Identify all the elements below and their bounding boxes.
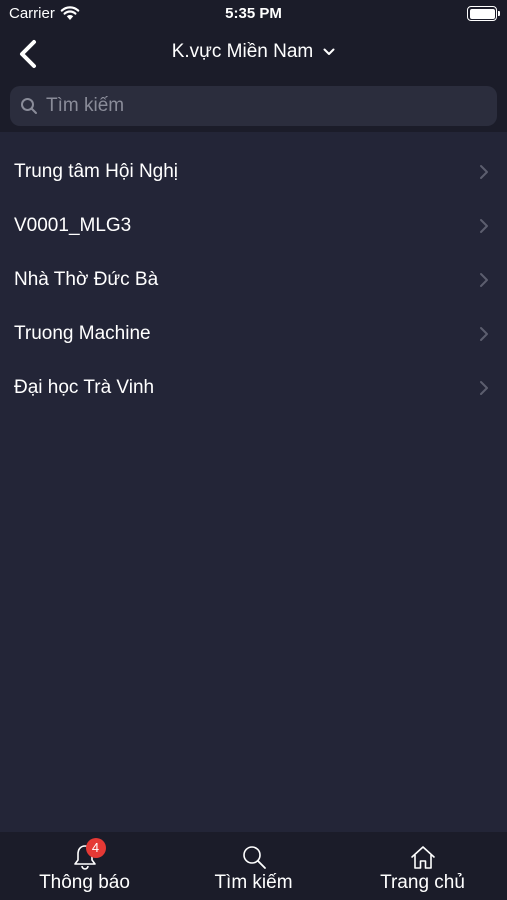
search-icon xyxy=(242,846,266,869)
chevron-right-icon xyxy=(480,327,488,341)
tab-label: Thông báo xyxy=(39,872,130,893)
region-selector[interactable]: K.vực Miền Nam xyxy=(0,41,507,63)
nav-bar: K.vực Miền Nam xyxy=(0,28,507,80)
bell-icon-wrap: 4 xyxy=(70,838,106,872)
chevron-right-icon xyxy=(480,381,488,395)
tab-label: Tìm kiếm xyxy=(214,872,293,893)
list-item[interactable]: Trung tâm Hội Nghị xyxy=(0,145,507,199)
list-item-label: Truong Machine xyxy=(14,323,151,344)
home-icon-wrap xyxy=(408,842,438,872)
search-input[interactable] xyxy=(46,86,497,126)
list-item-label: Trung tâm Hội Nghị xyxy=(14,161,179,182)
list-item-label: Đại học Trà Vinh xyxy=(14,377,155,398)
tab-home[interactable]: Trang chủ xyxy=(338,832,507,900)
page-title: K.vực Miền Nam xyxy=(171,41,314,62)
list-item[interactable]: Đại học Trà Vinh xyxy=(0,361,507,415)
screen: Carrier 5:35 PM K.vực Miền Nam Tìm kiếm … xyxy=(0,0,507,900)
search-box[interactable] xyxy=(10,86,497,126)
location-list: Trung tâm Hội Nghị V0001_MLG3 Nhà Thờ Đứ… xyxy=(0,145,507,415)
tab-notifications[interactable]: 4 Thông báo xyxy=(0,832,169,900)
chevron-down-icon xyxy=(323,48,335,55)
search-icon-wrap xyxy=(239,842,269,872)
list-item[interactable]: Truong Machine xyxy=(0,307,507,361)
tab-label: Trang chủ xyxy=(380,872,465,893)
home-icon xyxy=(410,846,435,869)
list-item-label: V0001_MLG3 xyxy=(14,215,132,236)
notification-badge: 4 xyxy=(85,838,106,858)
battery-icon xyxy=(467,6,500,21)
list-item[interactable]: V0001_MLG3 xyxy=(0,199,507,253)
list-item[interactable]: Nhà Thờ Đức Bà xyxy=(0,253,507,307)
chevron-right-icon xyxy=(480,165,488,179)
chevron-right-icon xyxy=(480,219,488,233)
list-item-label: Nhà Thờ Đức Bà xyxy=(14,269,159,290)
search-area xyxy=(0,80,507,132)
status-time: 5:35 PM xyxy=(225,5,282,22)
tab-bar: 4 Thông báo Tìm kiếm Trang chủ xyxy=(0,832,507,900)
search-icon xyxy=(21,98,37,114)
tab-search[interactable]: Tìm kiếm xyxy=(169,832,338,900)
chevron-right-icon xyxy=(480,273,488,287)
status-bar: Carrier 5:35 PM xyxy=(0,0,507,28)
